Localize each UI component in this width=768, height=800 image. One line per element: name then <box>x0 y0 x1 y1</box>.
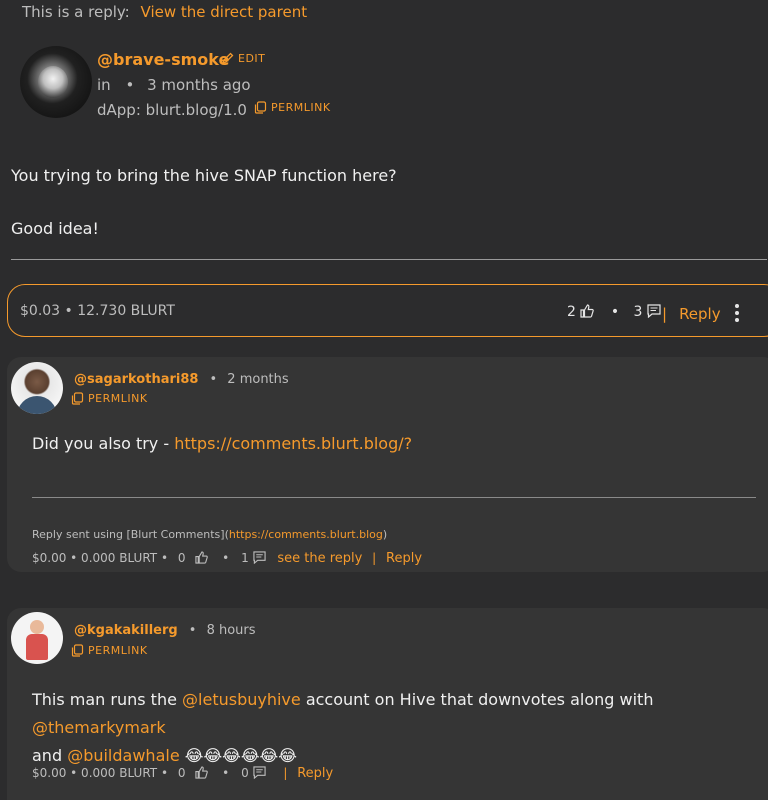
reply-button[interactable]: Reply <box>386 551 422 566</box>
post-body-paragraph: Good idea! <box>11 219 99 238</box>
comment-header: @sagarkothari88 • 2 months <box>74 372 289 387</box>
copy-icon <box>71 392 84 405</box>
permlink-button[interactable]: PERMLINK <box>71 392 148 405</box>
reply-notice: This is a reply: View the direct parent <box>22 3 307 21</box>
comment-header: @kgakakillerg • 8 hours <box>74 623 256 638</box>
edit-button[interactable]: EDIT <box>221 52 266 65</box>
comment-footer: $0.00 • 0.000 BLURT • 0 • 1 see the repl… <box>32 551 423 566</box>
dapp-label: dApp: blurt.blog/1.0 <box>97 101 247 119</box>
post-body-paragraph: You trying to bring the hive SNAP functi… <box>11 166 397 185</box>
commenter-avatar[interactable] <box>11 362 63 414</box>
comment-time: 2 months <box>227 372 289 387</box>
thumbs-up-icon[interactable] <box>195 766 209 779</box>
permlink-button[interactable]: PERMLINK <box>254 101 331 114</box>
comment-icon[interactable] <box>252 551 266 565</box>
comment-text: account on Hive that downvotes along wit… <box>300 690 654 709</box>
reply-count: 0 <box>241 766 249 780</box>
sent-note-suffix: ) <box>382 528 388 541</box>
author-avatar[interactable] <box>20 46 92 118</box>
comment-icon[interactable] <box>647 304 661 319</box>
comment-time: 8 hours <box>206 623 256 638</box>
permlink-label: PERMLINK <box>88 392 148 405</box>
blurt-comments-link[interactable]: https://comments.blurt.blog <box>229 528 383 541</box>
mention-link[interactable]: @buildawhale <box>67 746 179 765</box>
permlink-label: PERMLINK <box>88 644 148 657</box>
reply-label: Reply <box>679 305 721 323</box>
mention-link[interactable]: @letusbuyhive <box>182 690 301 709</box>
comment-body: Did you also try - https://comments.blur… <box>32 434 412 453</box>
reply-notice-label: This is a reply: <box>22 3 130 21</box>
copy-icon <box>71 644 84 657</box>
divider <box>32 497 756 498</box>
reply-sent-note: Reply sent using [Blurt Comments](https:… <box>32 528 387 541</box>
more-options-icon[interactable] <box>733 304 741 324</box>
upvote-count: 2 <box>567 304 576 320</box>
upvote-count: 0 <box>177 766 186 780</box>
divider <box>11 259 767 260</box>
permlink-button[interactable]: PERMLINK <box>71 644 148 657</box>
commenter-avatar[interactable] <box>11 612 63 664</box>
upvote-count: 0 <box>177 551 186 565</box>
comment-link[interactable]: https://comments.blurt.blog/? <box>174 434 412 453</box>
thumbs-up-icon[interactable] <box>195 551 209 564</box>
reply-count: 1 <box>241 551 249 565</box>
payout-value[interactable]: $0.03 • 12.730 BLURT <box>20 303 175 319</box>
edit-label: EDIT <box>238 52 266 65</box>
comment-text: and <box>32 746 68 765</box>
mention-link[interactable]: @themarkymark <box>32 718 166 737</box>
post-time: 3 months ago <box>147 76 251 94</box>
commenter-name-link[interactable]: @kgakakillerg <box>74 623 178 638</box>
thumbs-up-icon[interactable] <box>580 304 595 318</box>
reply-button[interactable]: | Reply <box>662 305 721 323</box>
commenter-name-link[interactable]: @sagarkothari88 <box>74 372 198 387</box>
author-name-link[interactable]: @brave-smoke <box>97 50 229 69</box>
see-reply-link[interactable]: see the reply <box>277 551 362 566</box>
comment-footer: $0.00 • 0.000 BLURT • 0 • 0 | Reply <box>32 766 334 781</box>
comment-count: 3 <box>633 304 643 320</box>
copy-icon <box>254 101 267 114</box>
reply-button[interactable]: Reply <box>297 766 333 781</box>
comment-text: Did you also try - <box>32 434 175 453</box>
sent-note-text: Reply sent using [Blurt Comments]( <box>32 528 229 541</box>
payout-value[interactable]: $0.00 • 0.000 BLURT • <box>32 766 168 780</box>
comment-text: This man runs the <box>32 690 183 709</box>
post-meta: in • 3 months ago <box>97 76 251 94</box>
comment-body: This man runs the @letusbuyhive account … <box>32 686 762 770</box>
emoji-text: 😂😂😂😂😂😂 <box>179 746 297 765</box>
permlink-label: PERMLINK <box>271 101 331 114</box>
comment-icon[interactable] <box>252 766 266 780</box>
in-label: in <box>97 76 111 94</box>
pencil-icon <box>221 52 234 65</box>
payout-value[interactable]: $0.00 • 0.000 BLURT • <box>32 551 168 565</box>
vote-stats: 2 • 3 <box>567 304 661 320</box>
view-parent-link[interactable]: View the direct parent <box>141 3 308 21</box>
